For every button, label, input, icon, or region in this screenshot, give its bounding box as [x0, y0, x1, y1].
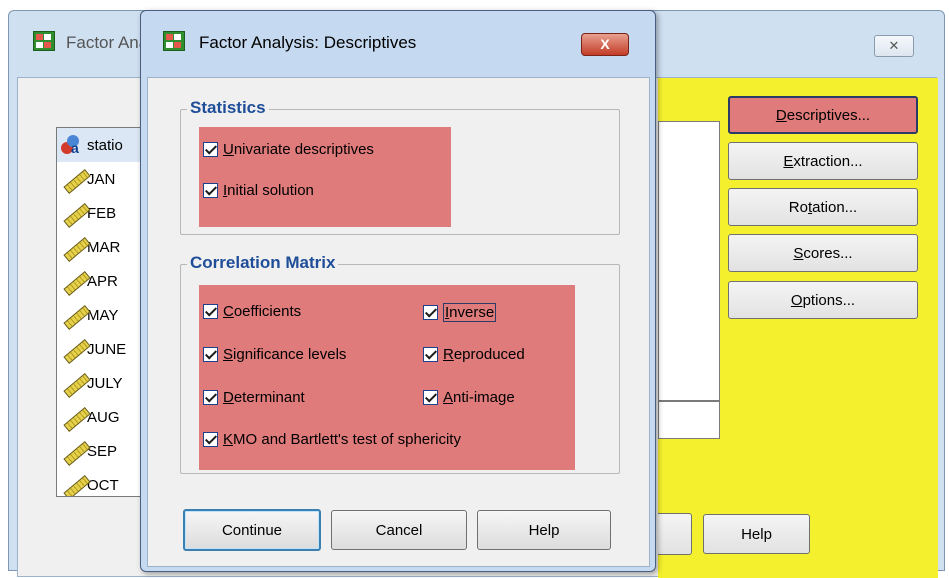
determinant-checkbox-row[interactable]: Determinant — [203, 389, 305, 406]
anti-image-checkbox-row[interactable]: Anti-image — [423, 389, 515, 406]
ruler-icon — [59, 268, 87, 294]
button-label: Descriptives... — [775, 106, 871, 124]
variable-label: AUG — [87, 408, 120, 426]
extraction-button[interactable]: Extraction... — [728, 142, 918, 180]
variable-label: JUNE — [87, 340, 127, 358]
cancel-button[interactable]: Cancel — [331, 510, 467, 550]
initial-solution-checkbox[interactable] — [203, 183, 218, 198]
ruler-icon — [59, 234, 87, 260]
checkbox-label: Anti-image — [443, 389, 515, 406]
dialog-title: Factor Analysis: Descriptives — [199, 33, 417, 52]
variables-target-box[interactable] — [658, 121, 720, 401]
inverse-checkbox[interactable] — [423, 305, 438, 320]
scores-button[interactable]: Scores... — [728, 234, 918, 272]
partial-button[interactable] — [658, 513, 692, 555]
options-button[interactable]: Options... — [728, 281, 918, 319]
spss-app-icon — [163, 31, 185, 51]
continue-button[interactable]: Continue — [183, 509, 321, 551]
dialog-client-area: Statistics Univariate descriptives Initi… — [147, 77, 650, 567]
reproduced-checkbox-row[interactable]: Reproduced — [423, 346, 525, 363]
descriptives-button[interactable]: Descriptives... — [728, 96, 918, 134]
dialog-close-button[interactable]: X — [581, 33, 629, 56]
checkbox-label: Inverse — [443, 303, 497, 322]
determinant-checkbox[interactable] — [203, 390, 218, 405]
variable-label: MAR — [87, 238, 121, 256]
anti-image-checkbox[interactable] — [423, 390, 438, 405]
checkbox-label: Reproduced — [443, 346, 525, 363]
checkbox-label: Initial solution — [223, 182, 314, 199]
ruler-icon — [59, 404, 87, 430]
coefficients-checkbox-row[interactable]: Coefficients — [203, 303, 301, 320]
ruler-icon — [59, 370, 87, 396]
variable-label: OCT — [87, 476, 119, 494]
correlation-matrix-group: Correlation Matrix Coefficients Inverse … — [180, 253, 620, 474]
univariate-checkbox[interactable] — [203, 142, 218, 157]
significance-checkbox[interactable] — [203, 347, 218, 362]
significance-checkbox-row[interactable]: Significance levels — [203, 346, 346, 363]
variable-label: SEP — [87, 442, 118, 460]
variable-label: FEB — [87, 204, 117, 222]
rotation-button[interactable]: Rotation... — [728, 188, 918, 226]
univariate-checkbox-row[interactable]: Univariate descriptives — [203, 141, 374, 158]
ruler-icon — [59, 166, 87, 192]
kmo-bartlett-checkbox[interactable] — [203, 432, 218, 447]
button-label: Options... — [790, 291, 856, 309]
inverse-checkbox-row[interactable]: Inverse — [423, 303, 497, 322]
button-label: Scores... — [793, 244, 853, 262]
descriptives-dialog: Factor Analysis: Descriptives X Statisti… — [140, 10, 656, 572]
parent-close-button[interactable]: ✕ — [874, 35, 914, 57]
ruler-icon — [59, 302, 87, 328]
variable-label: JAN — [87, 170, 116, 188]
checkbox-label: Determinant — [223, 389, 305, 406]
statistics-legend: Statistics — [187, 98, 269, 118]
parent-help-button[interactable]: Help — [703, 514, 810, 554]
coefficients-checkbox[interactable] — [203, 304, 218, 319]
selection-variable-box[interactable] — [658, 401, 720, 439]
variable-label: MAY — [87, 306, 119, 324]
ruler-icon — [59, 438, 87, 464]
dialog-help-button[interactable]: Help — [477, 510, 611, 550]
spss-app-icon — [33, 31, 55, 51]
checkbox-label: Univariate descriptives — [223, 141, 374, 158]
checkbox-label: Coefficients — [223, 303, 302, 320]
checkbox-label: KMO and Bartlett's test of sphericity — [223, 431, 461, 448]
variable-label: JULY — [87, 374, 123, 392]
ruler-icon — [59, 200, 87, 226]
button-label: Extraction... — [783, 152, 863, 170]
dialog-titlebar: Factor Analysis: Descriptives X — [141, 11, 655, 71]
reproduced-checkbox[interactable] — [423, 347, 438, 362]
initial-solution-checkbox-row[interactable]: Initial solution — [203, 182, 314, 199]
variable-label: statio — [87, 136, 123, 154]
kmo-bartlett-checkbox-row[interactable]: KMO and Bartlett's test of sphericity — [203, 431, 461, 448]
ruler-icon — [59, 472, 87, 496]
variable-label: APR — [87, 272, 118, 290]
string-variable-icon: a — [59, 132, 87, 158]
checkbox-label: Significance levels — [223, 346, 347, 363]
correlation-matrix-legend: Correlation Matrix — [187, 253, 339, 273]
button-label: Rotation... — [788, 198, 858, 216]
ruler-icon — [59, 336, 87, 362]
statistics-group: Statistics Univariate descriptives Initi… — [180, 98, 620, 235]
